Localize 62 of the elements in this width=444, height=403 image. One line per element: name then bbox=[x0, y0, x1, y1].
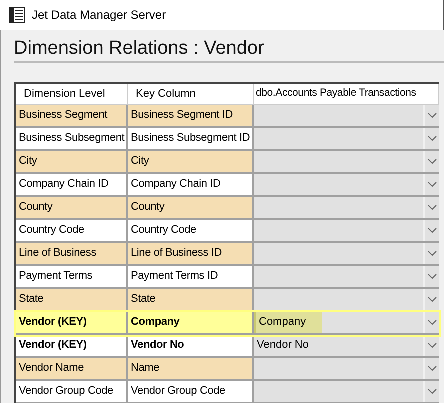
table-cell: Name bbox=[128, 358, 254, 379]
table-row[interactable]: Vendor Name Name bbox=[16, 358, 439, 381]
chevron-down-icon[interactable] bbox=[428, 136, 436, 141]
table-row[interactable]: Business Subsegment Business Subsegment ID bbox=[16, 128, 439, 151]
table-cell: Country Code bbox=[128, 220, 254, 241]
table-cell: Vendor (KEY) bbox=[16, 312, 128, 333]
column-header[interactable]: Key Column bbox=[128, 84, 254, 104]
table-row[interactable]: Line of Business Line of Business ID bbox=[16, 243, 439, 266]
table-cell: Business Subsegment bbox=[16, 128, 128, 149]
column-dropdown[interactable]: Company bbox=[254, 312, 439, 333]
table-row[interactable]: Vendor Group Code Vendor Group Code bbox=[16, 381, 439, 403]
chevron-down-icon[interactable] bbox=[428, 343, 436, 348]
table-row[interactable]: County County bbox=[16, 197, 439, 220]
page-heading: Dimension Relations : Vendor bbox=[14, 38, 444, 63]
table-cell: Business Subsegment ID bbox=[128, 128, 254, 149]
table-cell: Line of Business ID bbox=[128, 243, 254, 264]
table-cell: Vendor No bbox=[128, 335, 254, 356]
table-row[interactable]: Payment Terms Payment Terms ID bbox=[16, 266, 439, 289]
table-cell: Vendor Group Code bbox=[16, 381, 128, 402]
table-cell: County bbox=[16, 197, 128, 218]
table-cell: Vendor (KEY) bbox=[16, 335, 128, 356]
table-cell: Payment Terms bbox=[16, 266, 128, 287]
table-cell: State bbox=[128, 289, 254, 310]
table-cell: Business Segment ID bbox=[128, 105, 254, 126]
table-row[interactable]: Vendor (KEY) Company Company bbox=[16, 312, 439, 335]
table-row[interactable]: State State bbox=[16, 289, 439, 312]
chevron-down-icon[interactable] bbox=[428, 182, 436, 187]
table-cell: Payment Terms ID bbox=[128, 266, 254, 287]
column-dropdown[interactable]: Vendor No bbox=[254, 335, 439, 356]
table-cell: Country Code bbox=[16, 220, 128, 241]
chevron-down-icon[interactable] bbox=[428, 389, 436, 394]
table-cell: City bbox=[16, 151, 128, 172]
table-row[interactable]: Company Chain ID Company Chain ID bbox=[16, 174, 439, 197]
table-cell: City bbox=[128, 151, 254, 172]
chevron-down-icon[interactable] bbox=[428, 228, 436, 233]
chevron-down-icon[interactable] bbox=[428, 205, 436, 210]
table-cell: County bbox=[128, 197, 254, 218]
chevron-down-icon[interactable] bbox=[428, 366, 436, 371]
window-title: Jet Data Manager Server bbox=[32, 7, 166, 24]
dropdown-value: Company bbox=[254, 312, 322, 333]
table-cell: Company Chain ID bbox=[16, 174, 128, 195]
table-row[interactable]: Vendor (KEY) Vendor No Vendor No bbox=[16, 335, 439, 358]
chevron-down-icon[interactable] bbox=[428, 297, 436, 302]
table-cell: State bbox=[16, 289, 128, 310]
table-row[interactable]: Country Code Country Code bbox=[16, 220, 439, 243]
table-cell: Vendor Name bbox=[16, 358, 128, 379]
app-icon bbox=[9, 7, 25, 23]
column-header[interactable]: dbo.Accounts Payable Transactions bbox=[254, 84, 439, 104]
table-cell: Business Segment bbox=[16, 105, 128, 126]
column-header[interactable]: Dimension Level bbox=[16, 84, 128, 104]
table-row[interactable]: Business Segment Business Segment ID bbox=[16, 105, 439, 128]
chevron-down-icon[interactable] bbox=[428, 251, 436, 256]
dropdown-value: Vendor No bbox=[256, 338, 309, 354]
chevron-down-icon[interactable] bbox=[428, 274, 436, 279]
chevron-down-icon[interactable] bbox=[428, 113, 436, 118]
table-cell: Vendor Group Code bbox=[128, 381, 254, 402]
table-row[interactable]: City City bbox=[16, 151, 439, 174]
chevron-down-icon[interactable] bbox=[428, 159, 436, 164]
table-cell: Line of Business bbox=[16, 243, 128, 264]
table-cell: Company Chain ID bbox=[128, 174, 254, 195]
table-cell: Company bbox=[128, 312, 254, 333]
chevron-down-icon[interactable] bbox=[428, 320, 436, 325]
